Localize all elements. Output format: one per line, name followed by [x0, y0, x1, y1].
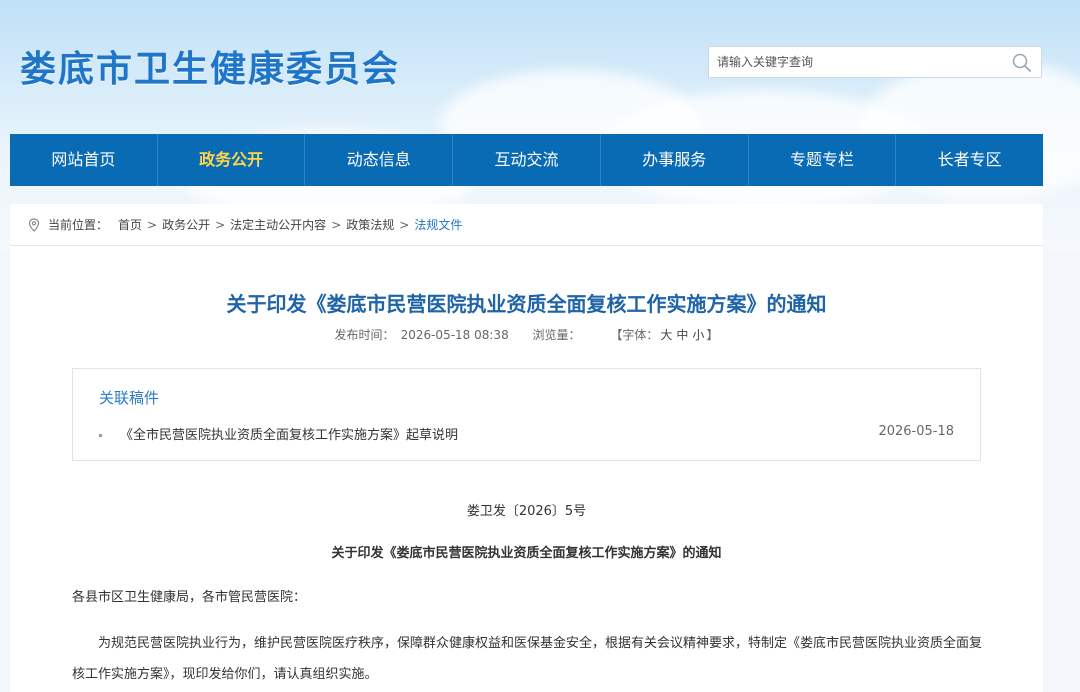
breadcrumb-statutory-disclosure[interactable]: 法定主动公开内容	[230, 218, 326, 232]
breadcrumb-separator: >	[331, 217, 342, 232]
font-size-medium[interactable]: 中	[676, 328, 688, 342]
main-content: 当前位置： 首页 > 政务公开 > 法定主动公开内容 > 政策法规 > 法规文件…	[10, 204, 1043, 692]
related-item: 《全市民营医院执业资质全面复核工作实施方案》起草说明 2026-05-18	[99, 424, 954, 443]
breadcrumb-prefix: 当前位置：	[48, 218, 109, 232]
breadcrumb-home[interactable]: 首页	[118, 218, 142, 232]
breadcrumb-separator: >	[399, 217, 410, 232]
article-meta: 发布时间： 2026-05-18 08:38 浏览量： 【字体：大中小】	[10, 326, 1043, 343]
bullet-icon	[99, 434, 102, 437]
breadcrumb-separator: >	[147, 217, 158, 232]
breadcrumb-government-affairs[interactable]: 政务公开	[162, 218, 210, 232]
nav-item-interaction[interactable]: 互动交流	[453, 134, 601, 186]
article-title: 关于印发《娄底市民营医院执业资质全面复核工作实施方案》的通知	[226, 292, 827, 316]
publish-time-label: 发布时间：	[334, 328, 395, 342]
publish-time: 2026-05-18 08:38	[400, 328, 509, 342]
breadcrumb-policies[interactable]: 政策法规	[346, 218, 394, 232]
location-pin-icon	[28, 217, 40, 232]
nav-item-topics[interactable]: 专题专栏	[749, 134, 897, 186]
search-icon[interactable]	[1011, 52, 1033, 74]
breadcrumb: 当前位置： 首页 > 政务公开 > 法定主动公开内容 > 政策法规 > 法规文件	[10, 204, 1043, 246]
nav-item-home[interactable]: 网站首页	[10, 134, 158, 186]
document-subtitle: 关于印发《娄底市民营医院执业资质全面复核工作实施方案》的通知	[331, 546, 722, 561]
nav-item-elderly[interactable]: 长者专区	[896, 134, 1043, 186]
nav-item-government-affairs[interactable]: 政务公开	[158, 134, 306, 186]
related-articles: 关联稿件 《全市民营医院执业资质全面复核工作实施方案》起草说明 2026-05-…	[72, 368, 981, 461]
related-item-date: 2026-05-18	[878, 424, 954, 439]
nav-item-news[interactable]: 动态信息	[305, 134, 454, 186]
search-input[interactable]	[709, 47, 1015, 77]
views-label: 浏览量：	[532, 328, 581, 342]
document-addressee: 各县市区卫生健康局，各市管民营医院：	[72, 590, 307, 605]
nav-item-services[interactable]: 办事服务	[601, 134, 749, 186]
font-size-large[interactable]: 大	[660, 328, 672, 342]
related-item-link[interactable]: 《全市民营医院执业资质全面复核工作实施方案》起草说明	[120, 428, 458, 443]
related-title: 关联稿件	[99, 389, 160, 407]
search-box	[708, 46, 1042, 78]
font-size-close: 】	[706, 328, 719, 342]
main-nav: 网站首页 政务公开 动态信息 互动交流 办事服务 专题专栏 长者专区	[10, 134, 1043, 186]
site-title[interactable]: 娄底市卫生健康委员会	[20, 40, 400, 92]
font-size-label: 【字体：	[610, 328, 659, 342]
font-size-small[interactable]: 小	[692, 328, 704, 342]
breadcrumb-regulations[interactable]: 法规文件	[414, 218, 462, 232]
breadcrumb-separator: >	[215, 217, 226, 232]
document-paragraph: 为规范民营医院执业行为，维护民营医院医疗秩序，保障群众健康权益和医保基金安全，根…	[72, 636, 983, 682]
document-number: 娄卫发〔2026〕5号	[466, 504, 587, 519]
